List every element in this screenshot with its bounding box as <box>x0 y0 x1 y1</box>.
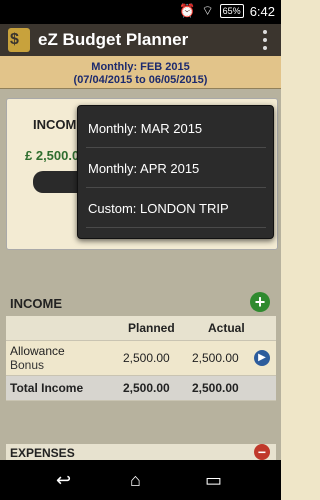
row-name: Allowance Bonus <box>10 344 65 372</box>
status-time: 6:42 <box>249 3 275 19</box>
alarm-icon: ⏰ <box>179 3 196 18</box>
wifi-icon: ⌔ <box>201 3 214 18</box>
income-planned-value: 2,500.00 <box>123 351 170 365</box>
income-table: Planned Actual Allowance Bonus 2,500.00 … <box>6 316 276 401</box>
home-icon[interactable]: ⌂ <box>130 470 141 491</box>
remove-expense-button[interactable]: − <box>254 444 270 460</box>
popup-divider <box>86 187 266 188</box>
period-popup-menu: Monthly: MAR 2015 Monthly: APR 2015 Cust… <box>77 105 274 239</box>
app-title: eZ Budget Planner <box>38 30 189 49</box>
income-section-header: INCOME + <box>6 292 270 314</box>
app-bar: $ eZ Budget Planner <box>0 24 281 56</box>
popup-divider <box>86 147 266 148</box>
actual-header: Actual <box>208 321 245 335</box>
add-income-button[interactable]: + <box>250 292 270 312</box>
overflow-menu-icon[interactable] <box>263 30 267 50</box>
expenses-section-header: EXPENSES − <box>6 444 276 460</box>
android-nav-bar: ↩ ⌂ ▭ <box>0 460 281 500</box>
row-detail-arrow-icon[interactable]: ▶ <box>254 350 270 366</box>
expenses-title: EXPENSES <box>10 446 75 460</box>
popup-item-london-trip[interactable]: Custom: LONDON TRIP <box>78 190 273 230</box>
total-income-row: Total Income 2,500.00 2,500.00 <box>6 376 276 401</box>
period-title: Monthly: FEB 2015 <box>91 61 190 73</box>
income-item-sub: Bonus <box>10 358 45 372</box>
table-header-row: Planned Actual <box>6 316 276 341</box>
period-selector[interactable]: Monthly: FEB 2015 (07/04/2015 to 06/05/2… <box>0 56 281 89</box>
planned-header: Planned <box>128 321 175 335</box>
status-bar: ⏰ ⌔ 65% 6:42 <box>0 0 281 24</box>
total-planned: 2,500.00 <box>123 381 170 395</box>
battery-icon: 65% <box>219 4 244 18</box>
popup-divider <box>86 227 266 228</box>
total-income-label: Total Income <box>10 381 84 395</box>
table-row[interactable]: Allowance Bonus 2,500.00 2,500.00 ▶ <box>6 341 276 376</box>
recent-apps-icon[interactable]: ▭ <box>205 470 222 491</box>
period-range: (07/04/2015 to 06/05/2015) <box>73 74 208 86</box>
popup-item-apr-2015[interactable]: Monthly: APR 2015 <box>78 150 273 190</box>
ledger-icon: $ <box>8 28 30 52</box>
income-title: INCOME <box>10 296 62 311</box>
status-icons: ⏰ ⌔ 65% 6:42 <box>179 3 275 19</box>
income-actual-value: 2,500.00 <box>192 351 239 365</box>
back-icon[interactable]: ↩ <box>56 470 71 491</box>
popup-item-mar-2015[interactable]: Monthly: MAR 2015 <box>78 110 273 150</box>
total-actual: 2,500.00 <box>192 381 239 395</box>
income-item-name: Allowance <box>10 344 65 358</box>
